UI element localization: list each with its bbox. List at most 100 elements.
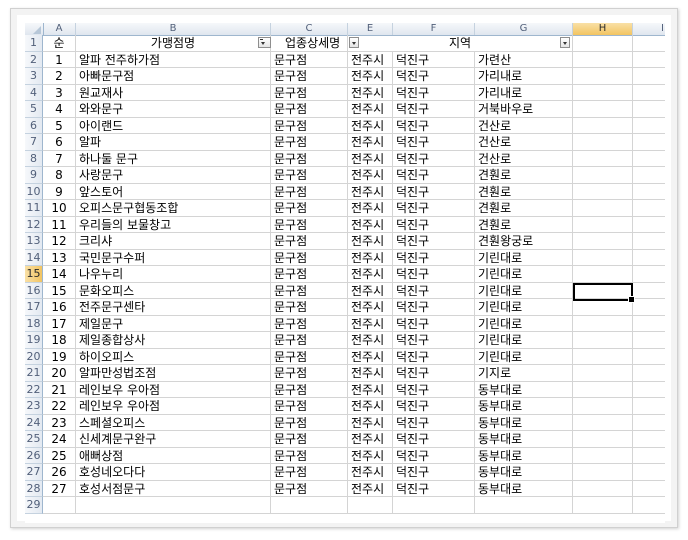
cell-road[interactable]: 견훤왕궁로	[475, 233, 573, 250]
cell-gu[interactable]	[393, 497, 475, 514]
cell-type[interactable]: 문구점	[271, 447, 348, 464]
cell[interactable]	[573, 200, 633, 217]
cell[interactable]	[573, 84, 633, 101]
cell-n[interactable]: 23	[43, 414, 76, 431]
column-header-h[interactable]: H	[573, 23, 633, 35]
cell[interactable]	[573, 332, 633, 349]
cell-city[interactable]: 전주시	[348, 447, 393, 464]
cell-name[interactable]: 알파만성법조점	[76, 365, 271, 382]
cell-name[interactable]: 국민문구수퍼	[76, 249, 271, 266]
cell[interactable]	[633, 382, 665, 398]
cell-city[interactable]: 전주시	[348, 51, 393, 68]
filter-dropdown-icon[interactable]	[560, 37, 570, 48]
cell-n[interactable]: 17	[43, 315, 76, 332]
cell-type[interactable]: 문구점	[271, 381, 348, 398]
cell-n[interactable]: 7	[43, 150, 76, 167]
cell-city[interactable]: 전주시	[348, 167, 393, 184]
cell[interactable]	[573, 348, 633, 365]
cell-gu[interactable]: 덕진구	[393, 84, 475, 101]
cell-name[interactable]: 나우누리	[76, 266, 271, 283]
cell[interactable]	[633, 464, 665, 481]
cell[interactable]	[633, 283, 665, 299]
filter-active-icon[interactable]	[258, 37, 271, 48]
cell[interactable]	[573, 299, 633, 316]
cell-type[interactable]: 문구점	[271, 431, 348, 448]
row-number[interactable]: 19	[25, 332, 43, 349]
cell-gu[interactable]: 덕진구	[393, 315, 475, 332]
cell-n[interactable]: 16	[43, 299, 76, 316]
cell[interactable]	[573, 414, 633, 431]
cell-road[interactable]: 동부대로	[475, 381, 573, 398]
cell[interactable]	[633, 167, 665, 184]
cell-road[interactable]: 기린대로	[475, 348, 573, 365]
cell-type[interactable]: 문구점	[271, 266, 348, 283]
cell-type[interactable]	[271, 497, 348, 514]
cell-city[interactable]: 전주시	[348, 480, 393, 497]
cell-n[interactable]: 21	[43, 381, 76, 398]
cell[interactable]	[633, 35, 665, 52]
cell[interactable]	[633, 200, 665, 217]
cell-city[interactable]: 전주시	[348, 431, 393, 448]
cell-gu[interactable]: 덕진구	[393, 431, 475, 448]
cell-road[interactable]: 동부대로	[475, 414, 573, 431]
cell-gu[interactable]: 덕진구	[393, 348, 475, 365]
cell[interactable]	[633, 68, 665, 85]
cell-gu[interactable]: 덕진구	[393, 249, 475, 266]
cell-name[interactable]: 제일종합상사	[76, 332, 271, 349]
cell-type[interactable]: 문구점	[271, 84, 348, 101]
cell-type[interactable]: 문구점	[271, 216, 348, 233]
cell-city[interactable]: 전주시	[348, 381, 393, 398]
row-number[interactable]: 14	[25, 249, 43, 266]
cell-n[interactable]: 11	[43, 216, 76, 233]
cell-n[interactable]: 20	[43, 365, 76, 382]
cell-city[interactable]: 전주시	[348, 414, 393, 431]
row-number[interactable]: 18	[25, 315, 43, 332]
cell[interactable]	[573, 381, 633, 398]
cell-gu[interactable]: 덕진구	[393, 216, 475, 233]
cell-name[interactable]: 레인보우 우아점	[76, 398, 271, 415]
cell-name[interactable]: 호성네오다다	[76, 464, 271, 481]
cell-road[interactable]: 건산로	[475, 117, 573, 134]
cell-road[interactable]: 건산로	[475, 134, 573, 151]
cell-type[interactable]: 문구점	[271, 233, 348, 250]
cell[interactable]	[633, 497, 665, 514]
cell-road[interactable]: 기지로	[475, 365, 573, 382]
cell[interactable]	[573, 167, 633, 184]
cell[interactable]	[633, 250, 665, 266]
cell-road[interactable]: 기린대로	[475, 315, 573, 332]
cell-n[interactable]: 13	[43, 249, 76, 266]
active-cell-selection[interactable]	[573, 283, 635, 303]
row-number[interactable]: 1	[25, 35, 43, 52]
cell-n[interactable]: 18	[43, 332, 76, 349]
cell-n[interactable]: 24	[43, 431, 76, 448]
cell-city[interactable]: 전주시	[348, 249, 393, 266]
column-header-c[interactable]: C	[271, 23, 348, 35]
cell-n[interactable]: 6	[43, 134, 76, 151]
cell[interactable]	[573, 68, 633, 85]
cell[interactable]	[573, 249, 633, 266]
cell[interactable]	[573, 266, 633, 283]
row-number[interactable]: 27	[25, 464, 43, 481]
cell-name[interactable]: 스페셜오피스	[76, 414, 271, 431]
column-header-g[interactable]: G	[475, 23, 573, 35]
cell-n[interactable]: 26	[43, 464, 76, 481]
row-number[interactable]: 20	[25, 348, 43, 365]
cell[interactable]	[633, 85, 665, 101]
cell-gu[interactable]: 덕진구	[393, 414, 475, 431]
column-header-b[interactable]: B	[76, 23, 271, 35]
cell-type[interactable]: 문구점	[271, 398, 348, 415]
cell-road[interactable]: 견훤로	[475, 183, 573, 200]
cell-name[interactable]: 아이랜드	[76, 117, 271, 134]
cell-city[interactable]: 전주시	[348, 200, 393, 217]
cell-name[interactable]: 오피스문구협동조합	[76, 200, 271, 217]
cell-gu[interactable]: 덕진구	[393, 332, 475, 349]
cell-type[interactable]: 문구점	[271, 299, 348, 316]
cell-city[interactable]	[348, 497, 393, 514]
cell-name[interactable]: 전주문구센타	[76, 299, 271, 316]
row-number[interactable]: 17	[25, 299, 43, 316]
row-number[interactable]: 6	[25, 117, 43, 134]
cell-city[interactable]: 전주시	[348, 84, 393, 101]
row-number[interactable]: 26	[25, 447, 43, 464]
cell-name[interactable]: 알파 전주하가점	[76, 51, 271, 68]
cell-type[interactable]: 문구점	[271, 51, 348, 68]
